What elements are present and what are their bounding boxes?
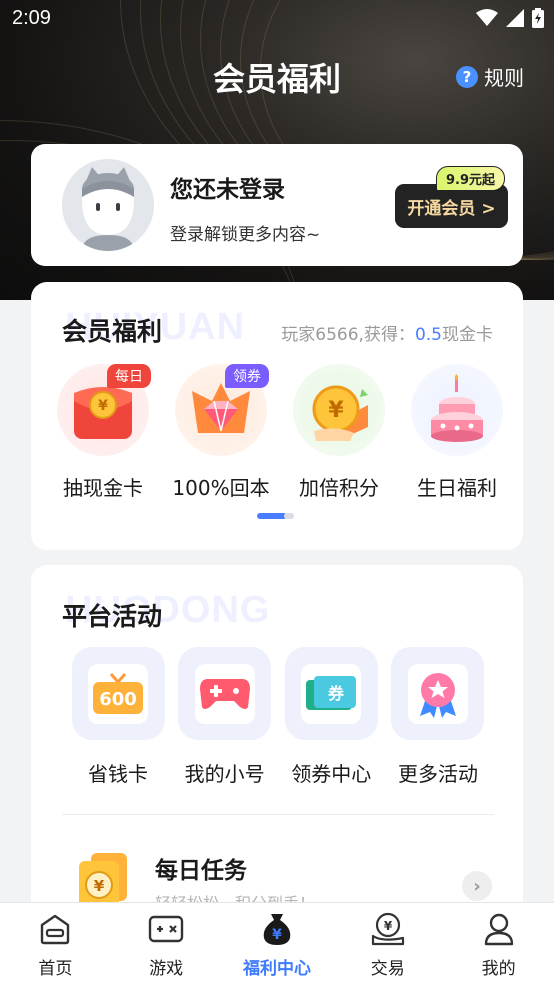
daily-task-title: 每日任务	[155, 858, 247, 884]
activity-label: 省钱卡	[88, 762, 148, 786]
tab-label: 福利中心	[242, 959, 311, 979]
cake-icon	[431, 374, 483, 442]
avatar[interactable]	[62, 159, 154, 251]
tab-label: 游戏	[149, 959, 184, 979]
benefits-heading: 会员福利	[62, 317, 163, 346]
tab-mine[interactable]: 我的	[443, 903, 554, 984]
login-title: 您还未登录	[170, 177, 285, 203]
activity-label: 领券中心	[291, 762, 372, 786]
svg-text:600: 600	[99, 689, 137, 710]
rules-button[interactable]: ? 规则	[456, 62, 524, 91]
benefit-badge: 每日	[107, 364, 151, 388]
svg-text:¥: ¥	[98, 398, 108, 414]
tab-label: 交易	[370, 959, 405, 979]
tab-label: 我的	[481, 959, 516, 979]
tab-games[interactable]: 游戏	[111, 903, 222, 984]
status-bar: 2:09	[0, 0, 554, 38]
tab-label: 首页	[38, 959, 73, 979]
activity-label: 更多活动	[397, 762, 478, 786]
activity-item-coupon-center[interactable]: 券 领券中心	[281, 647, 381, 787]
game-icon	[148, 915, 184, 943]
member-benefits-card: HUIYUAN 会员福利 玩家6566,获得：0.5现金卡 ¥ 每日 抽现金卡	[31, 282, 523, 550]
battery-icon	[532, 8, 544, 28]
login-subtitle: 登录解锁更多内容~	[170, 225, 321, 245]
benefit-badge: 领券	[225, 364, 269, 388]
coin-icon: ¥	[312, 385, 368, 441]
platform-heading: 平台活动	[62, 602, 163, 631]
gift-600-icon: 600	[93, 672, 143, 714]
price-tag: 9.9元起	[436, 166, 506, 191]
svg-text:¥: ¥	[328, 398, 344, 423]
question-icon: ?	[456, 65, 478, 88]
trade-icon: ¥	[371, 912, 404, 946]
activity-label: 我的小号	[184, 762, 265, 786]
activity-list: 600 省钱卡 我的小号 券 领券中心 更多活动	[68, 647, 488, 787]
benefit-label: 生日福利	[417, 476, 497, 500]
gamepad-icon	[199, 678, 250, 709]
note-prefix: 玩家6566,获得：	[281, 325, 415, 345]
benefit-label: 100%回本	[172, 476, 270, 500]
coupon-icon: 券	[306, 675, 357, 710]
benefit-item-double-points[interactable]: ¥ 加倍积分	[281, 364, 397, 501]
benefit-item-full-refund[interactable]: 领券 100%回本	[163, 364, 279, 501]
benefit-item-birthday[interactable]: 生日福利	[399, 364, 515, 501]
tab-welfare-center[interactable]: ¥ 福利中心	[222, 903, 333, 984]
wifi-icon	[476, 9, 498, 26]
svg-text:¥: ¥	[384, 919, 393, 933]
tab-home[interactable]: 首页	[0, 903, 111, 984]
benefit-label: 抽现金卡	[63, 476, 143, 500]
profile-icon	[484, 913, 513, 946]
activity-item-more-activities[interactable]: 更多活动	[388, 647, 488, 787]
carousel-pager	[257, 513, 294, 519]
bottom-tab-bar: 首页 游戏 ¥ 福利中心 ¥ 交易 我的	[0, 902, 554, 984]
chevron-right-icon[interactable]: ›	[462, 871, 492, 901]
activity-item-saving-card[interactable]: 600 省钱卡	[68, 647, 168, 787]
pager-dot-active	[257, 513, 287, 519]
tab-trade[interactable]: ¥ 交易	[332, 903, 443, 984]
login-card[interactable]: 您还未登录 登录解锁更多内容~ 开通会员 > 9.9元起	[31, 144, 523, 266]
note-value: 0.5	[414, 325, 442, 345]
signal-icon	[506, 9, 524, 27]
benefit-item-cash-card[interactable]: ¥ 每日 抽现金卡	[45, 364, 161, 501]
cat-avatar-icon	[82, 167, 134, 251]
benefit-list: ¥ 每日 抽现金卡 领券 100%回本 ¥ 加倍积分 生日福利	[45, 364, 515, 501]
svg-text:¥: ¥	[94, 877, 105, 895]
benefit-label: 加倍积分	[299, 476, 379, 500]
note-suffix: 现金卡	[442, 325, 493, 345]
svg-text:券: 券	[327, 684, 345, 703]
rules-label: 规则	[484, 66, 524, 90]
ribbon-badge-icon	[419, 672, 456, 718]
pager-dot	[284, 513, 294, 519]
money-bag-icon: ¥	[263, 914, 291, 945]
activity-item-my-alt-account[interactable]: 我的小号	[175, 647, 275, 787]
svg-text:¥: ¥	[272, 927, 282, 943]
status-time: 2:09	[12, 7, 51, 29]
benefits-note: 玩家6566,获得：0.5现金卡	[281, 320, 493, 345]
divider	[62, 814, 494, 815]
home-icon	[41, 914, 70, 945]
